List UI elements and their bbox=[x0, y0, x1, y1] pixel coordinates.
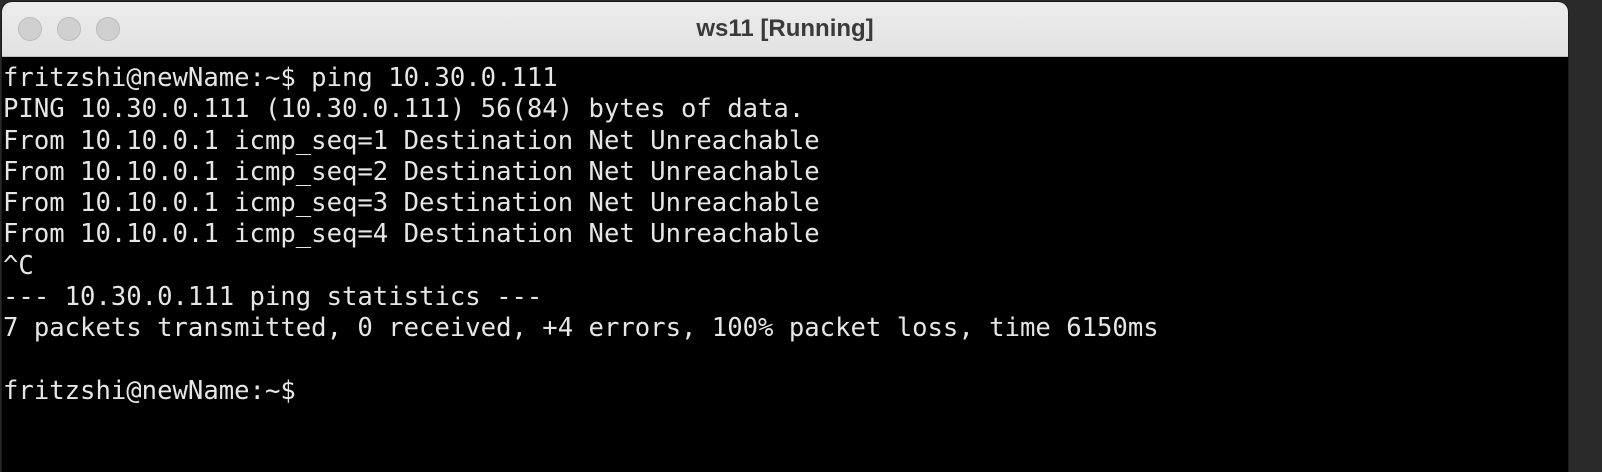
terminal-line: 7 packets transmitted, 0 received, +4 er… bbox=[3, 313, 1159, 344]
terminal-line: From 10.10.0.1 icmp_seq=4 Destination Ne… bbox=[3, 219, 820, 250]
window-title: ws11 [Running] bbox=[696, 15, 874, 42]
terminal-screen[interactable]: fritzshi@newName:~$ ping 10.30.0.111 PIN… bbox=[2, 57, 1568, 472]
vm-window: ws11 [Running] fritzshi@newName:~$ ping … bbox=[2, 2, 1568, 472]
title-bar[interactable]: ws11 [Running] bbox=[2, 2, 1568, 57]
terminal-line: ^C bbox=[3, 250, 34, 281]
terminal-line: From 10.10.0.1 icmp_seq=2 Destination Ne… bbox=[3, 156, 820, 187]
terminal-line: fritzshi@newName:~$ ping 10.30.0.111 bbox=[3, 63, 558, 93]
terminal-prompt[interactable]: fritzshi@newName:~$ bbox=[2, 376, 1568, 407]
terminal-line: --- 10.30.0.111 ping statistics --- bbox=[3, 282, 543, 313]
terminal-line: From 10.10.0.1 icmp_seq=3 Destination Ne… bbox=[3, 188, 820, 219]
terminal-line: PING 10.30.0.111 (10.30.0.111) 56(84) by… bbox=[3, 94, 805, 125]
terminal-line: From 10.10.0.1 icmp_seq=1 Destination Ne… bbox=[3, 125, 820, 156]
